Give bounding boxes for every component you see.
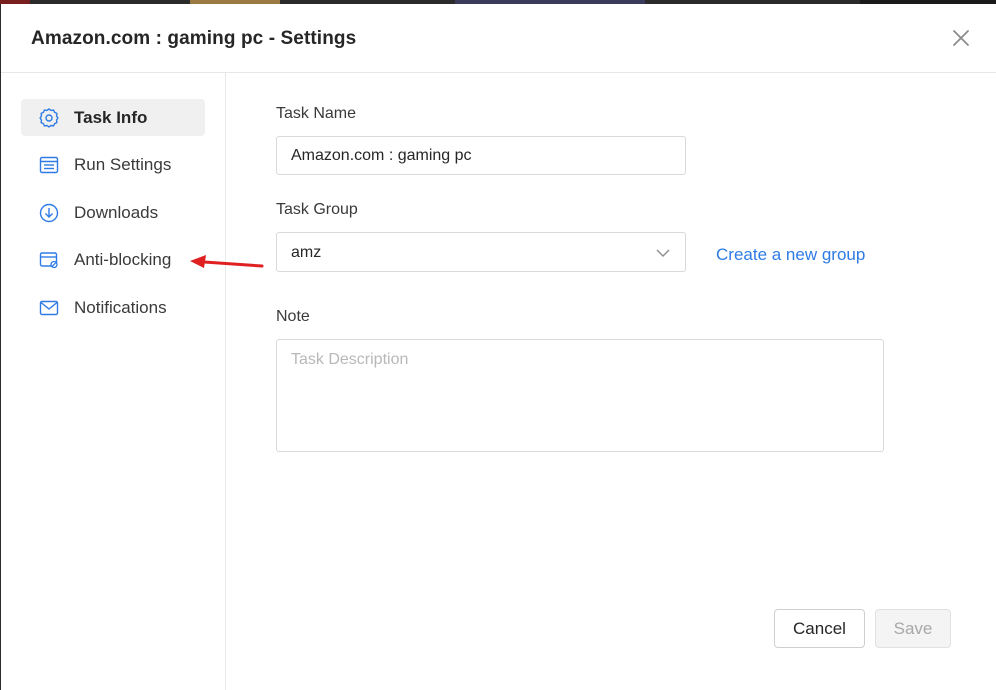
dialog-title: Amazon.com : gaming pc - Settings	[31, 28, 357, 49]
chevron-down-icon	[655, 245, 671, 261]
settings-dialog: Amazon.com : gaming pc - Settings Task I…	[1, 4, 996, 690]
close-icon[interactable]	[949, 26, 973, 50]
cancel-button[interactable]: Cancel	[774, 609, 865, 648]
task-group-selected-value: amz	[291, 244, 322, 261]
dialog-header: Amazon.com : gaming pc - Settings	[1, 4, 996, 73]
save-button[interactable]: Save	[875, 609, 951, 648]
sidebar-item-downloads[interactable]: Downloads	[21, 194, 205, 231]
sidebar-item-label: Downloads	[74, 203, 159, 222]
sidebar-item-label: Run Settings	[74, 155, 172, 174]
annotation-arrow-icon	[190, 255, 264, 268]
gear-icon	[39, 108, 59, 128]
list-icon	[39, 155, 59, 175]
sidebar-item-task-info[interactable]: Task Info	[21, 99, 205, 136]
sidebar-item-label: Task Info	[74, 108, 148, 127]
mail-icon	[39, 298, 59, 318]
task-name-input[interactable]	[276, 136, 686, 175]
sidebar-item-label: Notifications	[74, 298, 167, 317]
task-group-label: Task Group	[276, 201, 358, 218]
sidebar: Task Info Run Settings Downloads Anti-bl…	[1, 73, 226, 690]
download-icon	[39, 203, 59, 223]
sidebar-item-notifications[interactable]: Notifications	[21, 289, 205, 326]
task-group-select[interactable]: amz	[276, 232, 686, 272]
sidebar-item-label: Anti-blocking	[74, 250, 172, 269]
create-group-link[interactable]: Create a new group	[716, 245, 865, 265]
note-textarea[interactable]	[276, 339, 884, 452]
note-label: Note	[276, 308, 310, 325]
task-name-label: Task Name	[276, 105, 357, 122]
sidebar-item-run-settings[interactable]: Run Settings	[21, 146, 205, 183]
sidebar-item-anti-blocking[interactable]: Anti-blocking	[21, 241, 205, 278]
anti-blocking-icon	[39, 250, 59, 270]
